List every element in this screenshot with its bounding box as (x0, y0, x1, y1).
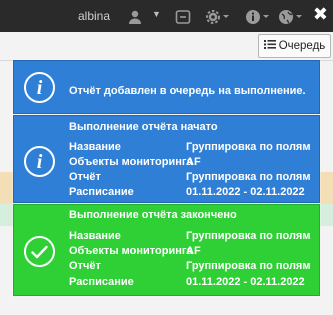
queue-label: Очередь (278, 40, 326, 52)
info-icon[interactable] (245, 9, 273, 25)
info-icon: i (24, 146, 55, 177)
notification-title: Выполнение отчёта закончено (69, 209, 237, 221)
gear-icon[interactable] (205, 9, 233, 25)
username[interactable]: albina (78, 9, 110, 23)
queue-button[interactable]: Очередь (258, 34, 331, 58)
info-icon: i (24, 72, 55, 103)
notification-queued[interactable]: i Отчёт добавлен в очередь на выполнение… (13, 60, 320, 114)
box-icon[interactable] (175, 9, 191, 25)
close-icon[interactable]: ✖ (313, 4, 328, 24)
notification-finished[interactable]: Выполнение отчёта закончено Название Гру… (13, 204, 320, 296)
top-bar: albina ▼ ✖ (0, 0, 333, 32)
globe-icon[interactable] (278, 9, 306, 25)
notification-title: Выполнение отчёта начато (69, 121, 218, 133)
list-icon (263, 39, 276, 53)
user-icon[interactable] (127, 9, 143, 25)
notification-started[interactable]: i Выполнение отчёта начато Название Груп… (13, 115, 320, 203)
chevron-down-icon[interactable]: ▼ (152, 9, 161, 19)
notification-message: Отчёт добавлен в очередь на выполнение. (69, 85, 306, 97)
check-icon (24, 236, 55, 267)
